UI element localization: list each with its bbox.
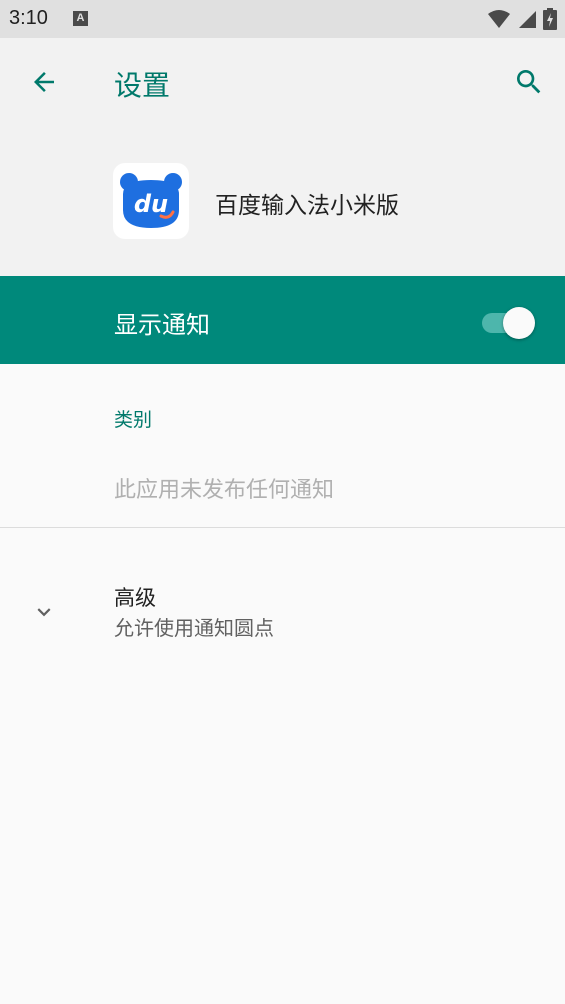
advanced-row[interactable]: 高级 允许使用通知圆点 bbox=[0, 560, 565, 660]
back-button[interactable] bbox=[22, 60, 66, 104]
page-title: 设置 bbox=[114, 69, 171, 102]
category-header: 类别 bbox=[114, 409, 153, 431]
divider bbox=[0, 527, 565, 528]
search-button[interactable] bbox=[507, 60, 551, 104]
search-icon bbox=[517, 70, 541, 94]
wifi-icon bbox=[488, 10, 510, 28]
battery-icon bbox=[543, 8, 557, 30]
status-time: 3:10 bbox=[9, 7, 48, 29]
chevron-down-icon bbox=[24, 592, 64, 632]
notification-a-icon: A bbox=[73, 11, 88, 26]
status-bar: 3:10 A bbox=[0, 0, 565, 38]
show-notifications-label: 显示通知 bbox=[114, 311, 210, 339]
show-notifications-switch[interactable] bbox=[480, 306, 538, 339]
no-notifications-text: 此应用未发布任何通知 bbox=[114, 478, 335, 503]
advanced-subtitle: 允许使用通知圆点 bbox=[114, 616, 274, 640]
app-name: 百度输入法小米版 bbox=[215, 193, 399, 219]
advanced-title: 高级 bbox=[114, 586, 156, 610]
app-icon: du bbox=[113, 163, 189, 239]
status-icons bbox=[487, 8, 557, 30]
app-header: du 百度输入法小米版 bbox=[0, 126, 565, 276]
app-bar: 设置 bbox=[0, 38, 565, 126]
show-notifications-row[interactable]: 显示通知 bbox=[0, 276, 565, 364]
cellular-signal-icon bbox=[519, 11, 536, 28]
arrow-back-icon bbox=[34, 72, 54, 92]
svg-text:du: du bbox=[134, 190, 168, 218]
baidu-bear-icon: du bbox=[120, 173, 182, 228]
switch-thumb bbox=[503, 307, 535, 339]
